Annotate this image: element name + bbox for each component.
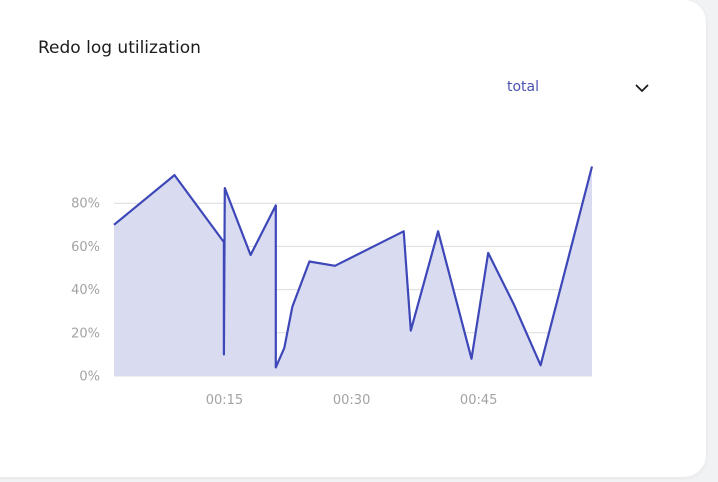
x-tick-label: 00:30: [333, 393, 370, 408]
x-axis: 00:15 00:30 00:45: [206, 393, 498, 408]
y-tick-label: 40%: [71, 283, 100, 298]
y-tick-label: 0%: [79, 370, 100, 385]
y-tick-label: 20%: [71, 326, 100, 341]
y-axis: 0% 20% 40% 60% 80%: [71, 197, 100, 385]
x-tick-label: 00:45: [460, 393, 497, 408]
x-tick-label: 00:15: [206, 393, 243, 408]
utilization-chart: 0% 20% 40% 60% 80% 00:15 00:30 00:45: [71, 166, 594, 408]
y-tick-label: 60%: [71, 240, 100, 255]
series-area-fill: [114, 166, 592, 376]
plot-area: [113, 166, 594, 376]
y-tick-label: 80%: [71, 197, 100, 212]
chart-card: Redo log utilization total 0% 20% 40% 60% 80…: [0, 0, 706, 477]
